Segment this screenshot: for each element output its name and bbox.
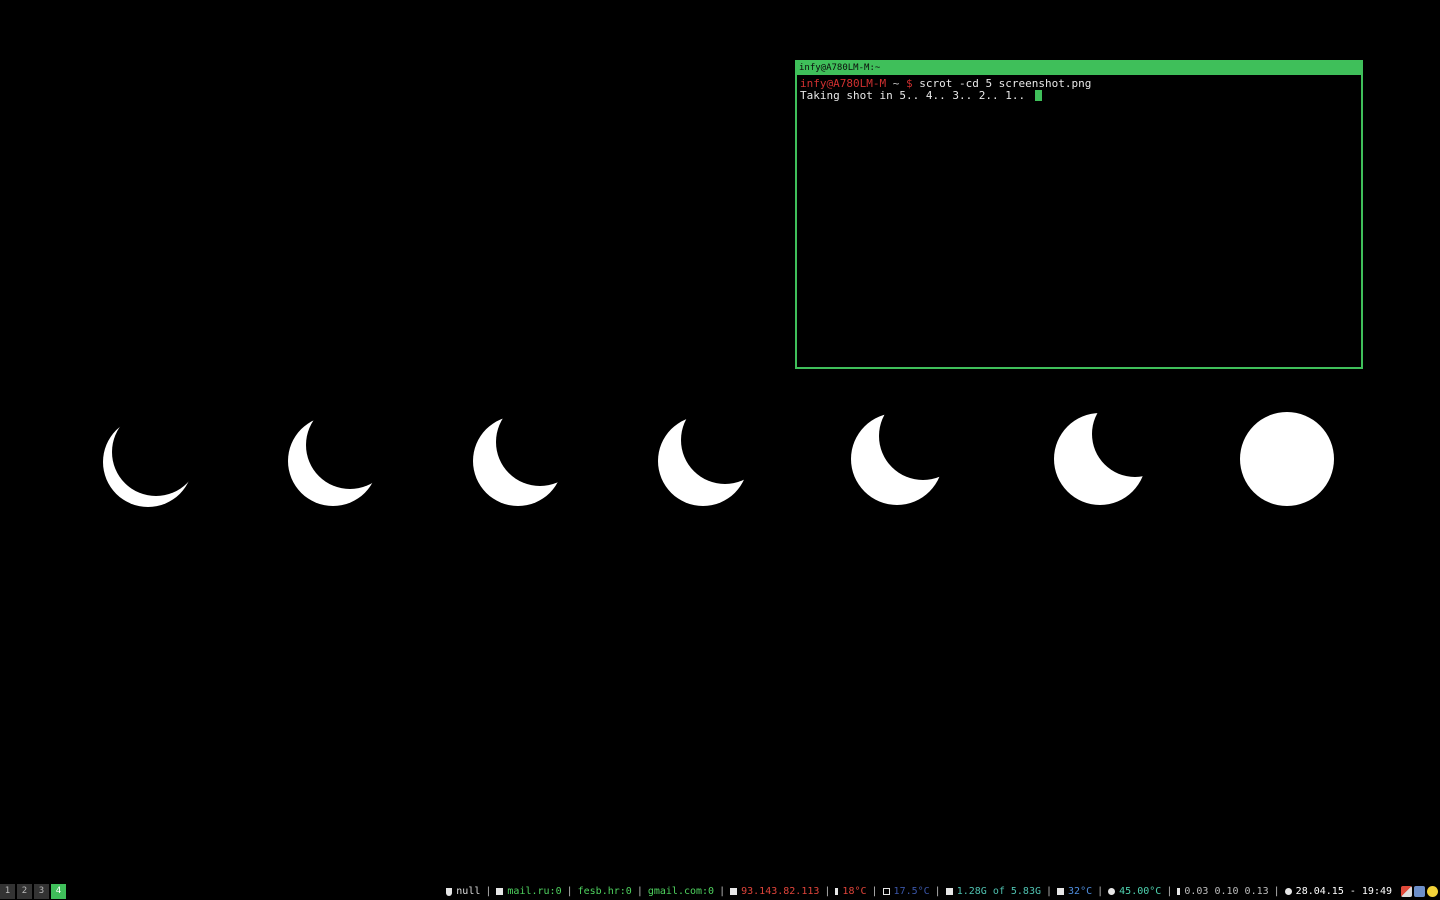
cpu-temp: 17.5°C — [893, 886, 930, 897]
desktop: infy@A780LM-M:~ infy@A780LM-M ~ $ scrot … — [0, 0, 1440, 900]
status-items: null | mail.ru:0 | fesb.hr:0 | gmail.com… — [446, 883, 1392, 900]
workspace-1[interactable]: 1 — [0, 884, 15, 899]
memory-icon — [945, 888, 953, 895]
info-icon — [1177, 888, 1181, 895]
fan-icon — [1108, 888, 1116, 895]
terminal-titlebar[interactable]: infy@A780LM-M:~ — [797, 62, 1361, 75]
music-note-icon — [446, 887, 453, 896]
ip-address: 93.143.82.113 — [741, 886, 820, 897]
workspace-3[interactable]: 3 — [34, 884, 49, 899]
terminal-body[interactable]: infy@A780LM-M ~ $ scrot -cd 5 screenshot… — [797, 75, 1361, 102]
status-bar: 1 2 3 4 null | mail.ru:0 | fesb.hr:0 | g… — [0, 883, 1440, 900]
separator: | — [1166, 886, 1173, 897]
disk-temp: 32°C — [1068, 886, 1093, 897]
separator: | — [1273, 886, 1280, 897]
network-icon — [730, 888, 738, 895]
separator: | — [824, 886, 831, 897]
weather-temp: 18°C — [842, 886, 867, 897]
separator: | — [1046, 886, 1053, 897]
workspace-4[interactable]: 4 — [51, 884, 66, 899]
system-tray — [1401, 886, 1438, 897]
terminal-cursor — [1034, 90, 1042, 101]
mail-fesb: fesb.hr:0 — [577, 886, 632, 897]
separator: | — [719, 886, 726, 897]
separator: | — [566, 886, 573, 897]
moon-phase-full — [1240, 412, 1334, 506]
separator: | — [636, 886, 643, 897]
separator: | — [1097, 886, 1104, 897]
workspace-switcher: 1 2 3 4 — [0, 884, 68, 899]
envelope-icon — [496, 888, 504, 895]
fan-temp: 45.00°C — [1119, 886, 1162, 897]
terminal-output: Taking shot in 5.. 4.. 3.. 2.. 1.. — [800, 89, 1032, 102]
clock-icon — [1284, 888, 1292, 895]
memory-usage: 1.28G of 5.83G — [956, 886, 1041, 897]
disk-icon — [1057, 888, 1065, 895]
separator: | — [871, 886, 878, 897]
workspace-2[interactable]: 2 — [17, 884, 32, 899]
separator: | — [485, 886, 492, 897]
cpu-icon — [882, 888, 890, 895]
clock: 28.04.15 - 19:49 — [1295, 886, 1392, 897]
separator: | — [934, 886, 941, 897]
mail-gmail: gmail.com:0 — [647, 886, 715, 897]
load-average: 0.03 0.10 0.13 — [1184, 886, 1269, 897]
music-status: null — [456, 886, 481, 897]
mail-mailru: mail.ru:0 — [507, 886, 562, 897]
terminal-window[interactable]: infy@A780LM-M:~ infy@A780LM-M ~ $ scrot … — [795, 60, 1363, 369]
keyboard-tray-icon[interactable] — [1427, 886, 1438, 897]
terminal-output-line: Taking shot in 5.. 4.. 3.. 2.. 1.. — [800, 90, 1361, 102]
network-tray-icon[interactable] — [1414, 886, 1425, 897]
flag-tray-icon[interactable] — [1401, 886, 1412, 897]
thermometer-icon — [835, 888, 839, 895]
